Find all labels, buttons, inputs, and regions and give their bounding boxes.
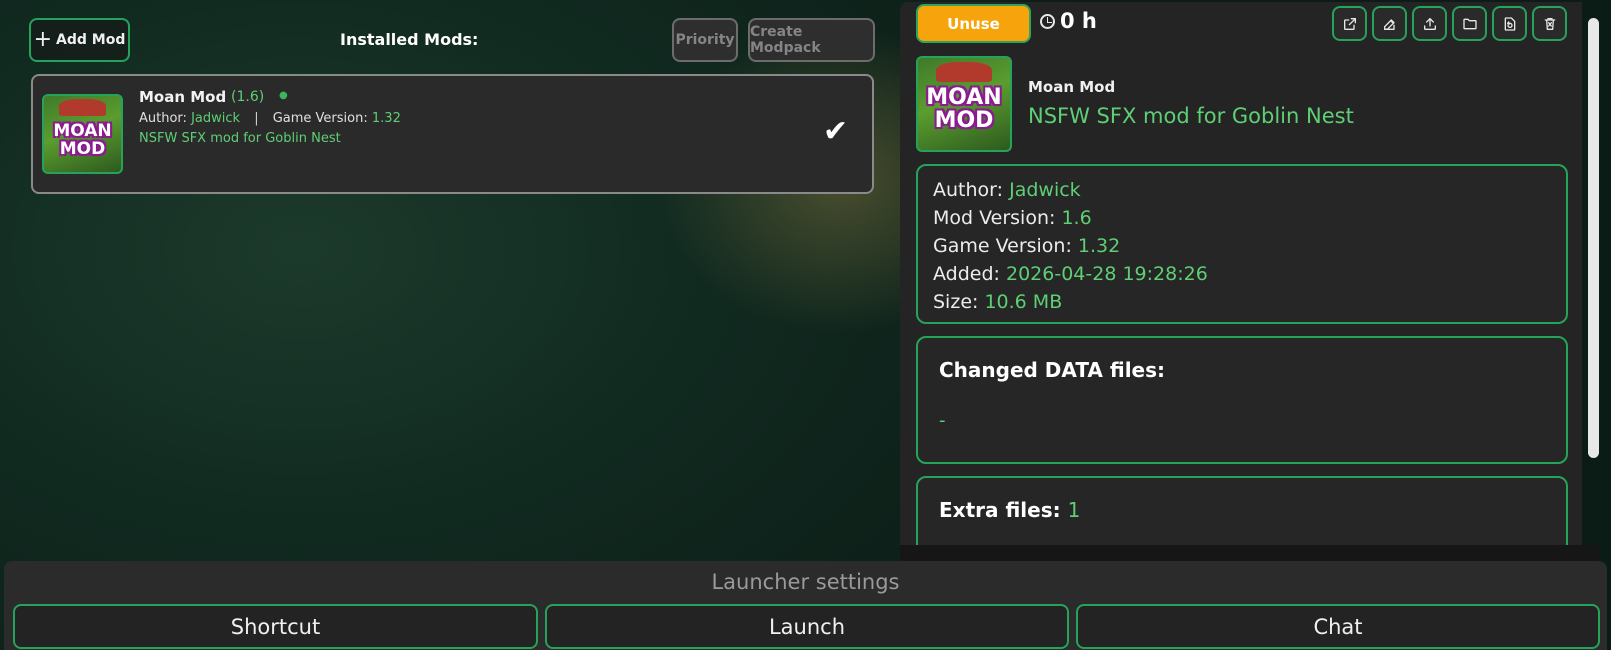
- folder-icon: [1462, 18, 1477, 29]
- detail-mod-description: NSFW SFX mod for Goblin Nest: [1028, 104, 1354, 128]
- status-dot-icon: ●: [279, 90, 288, 101]
- create-modpack-button[interactable]: Create Modpack: [748, 18, 875, 62]
- changed-data-files-value: -: [939, 410, 946, 431]
- checkmark-icon[interactable]: ✔: [823, 114, 848, 149]
- refresh-file-icon: [1504, 16, 1515, 31]
- thumbnail-text-line2: MOD: [59, 139, 106, 159]
- mod-description: NSFW SFX mod for Goblin Nest: [139, 131, 341, 146]
- priority-button[interactable]: Priority: [672, 18, 738, 62]
- trash-button[interactable]: [1532, 6, 1567, 41]
- mod-version: (1.6): [231, 89, 265, 105]
- mod-info-box: Author: Jadwick Mod Version: 1.6 Game Ve…: [916, 164, 1568, 324]
- game-version-value: 1.32: [371, 111, 401, 126]
- plus-icon: +: [33, 27, 53, 52]
- launch-button[interactable]: Launch: [545, 604, 1069, 649]
- add-mod-label: Add Mod: [56, 32, 126, 48]
- folder-button[interactable]: [1452, 6, 1487, 41]
- mod-list-item[interactable]: MOAN MOD Moan Mod (1.6) ● Author: Jadwic…: [31, 74, 874, 194]
- chat-button[interactable]: Chat: [1076, 604, 1600, 649]
- mod-thumbnail: MOAN MOD: [42, 94, 123, 174]
- edit-button[interactable]: [1372, 6, 1407, 41]
- extra-files-title: Extra files: 1: [939, 498, 1081, 522]
- upload-button[interactable]: [1412, 6, 1447, 41]
- info-author: Author: Jadwick: [933, 179, 1081, 201]
- info-game-version: Game Version: 1.32: [933, 235, 1121, 257]
- installed-mods-title: Installed Mods:: [340, 30, 479, 49]
- info-added: Added: 2026-04-28 19:28:26: [933, 263, 1208, 285]
- changed-data-files-title: Changed DATA files:: [939, 358, 1166, 382]
- extra-files-count: 1: [1067, 498, 1081, 522]
- playtime: 0 h: [1060, 9, 1097, 33]
- add-mod-button[interactable]: + Add Mod: [29, 18, 130, 62]
- detail-thumbnail: MOAN MOD: [916, 56, 1012, 152]
- game-version-label: Game Version:: [272, 111, 368, 126]
- external-link-icon: [1343, 17, 1356, 30]
- author-value: Jadwick: [191, 111, 241, 126]
- refresh-file-button[interactable]: [1492, 6, 1527, 41]
- shortcut-button[interactable]: Shortcut: [13, 604, 538, 649]
- details-scrollbar[interactable]: [1588, 18, 1599, 458]
- upload-icon: [1423, 17, 1436, 30]
- info-size: Size: 10.6 MB: [933, 291, 1063, 313]
- launcher-settings-label[interactable]: Launcher settings: [0, 570, 1611, 594]
- detail-mod-name: Moan Mod: [1028, 78, 1116, 96]
- mod-meta-row: Author: Jadwick | Game Version: 1.32: [139, 111, 401, 126]
- author-label: Author:: [139, 111, 187, 126]
- edit-icon: [1383, 18, 1395, 30]
- info-mod-version: Mod Version: 1.6: [933, 207, 1092, 229]
- changed-data-files-box: Changed DATA files: -: [916, 336, 1568, 464]
- detail-thumbnail-text-line1: MOAN: [926, 85, 1002, 110]
- mod-name: Moan Mod: [139, 88, 227, 106]
- external-link-button[interactable]: [1332, 6, 1367, 41]
- unuse-button[interactable]: Unuse: [916, 4, 1031, 43]
- detail-thumbnail-text-line2: MOD: [934, 108, 994, 133]
- trash-icon: [1544, 17, 1555, 30]
- clock-icon: [1040, 14, 1055, 29]
- thumbnail-text-line1: MOAN: [53, 121, 112, 141]
